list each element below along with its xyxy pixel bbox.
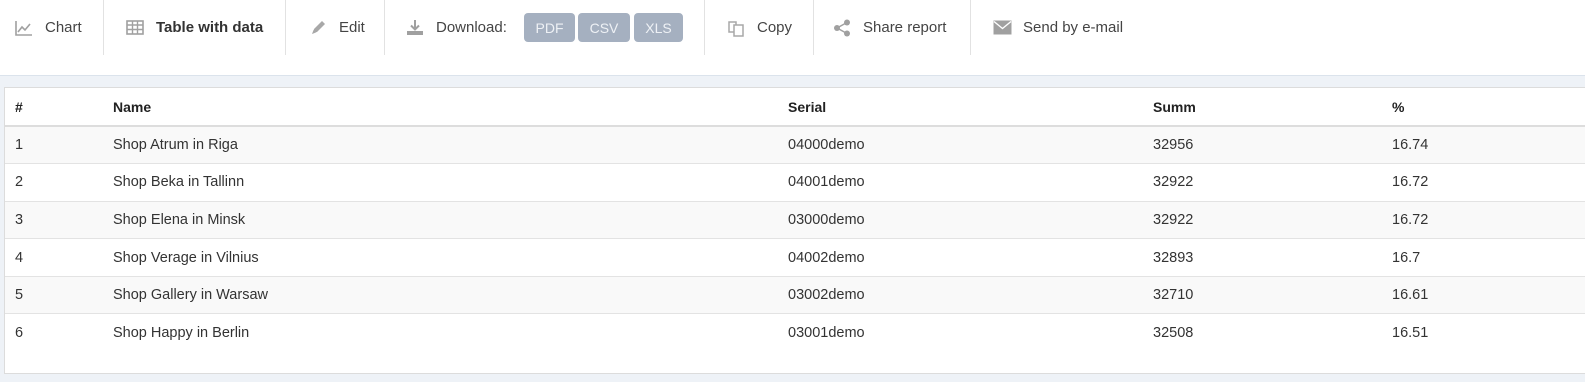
edit-button[interactable]: Edit	[308, 0, 365, 55]
table-row: 5 Shop Gallery in Warsaw 03002demo 32710…	[5, 276, 1585, 315]
column-header-percent[interactable]: %	[1382, 88, 1585, 127]
send-email-label: Send by e-mail	[1023, 19, 1124, 36]
chart-button[interactable]: Chart	[14, 0, 82, 55]
cell-number: 4	[5, 238, 103, 277]
table-with-data-button[interactable]: Table with data	[125, 0, 263, 55]
pencil-icon	[308, 18, 328, 38]
line-chart-icon	[14, 18, 34, 38]
toolbar-divider	[285, 0, 286, 55]
download-label: Download:	[436, 19, 507, 36]
cell-serial: 03002demo	[778, 276, 1143, 315]
cell-name: Shop Gallery in Warsaw	[103, 276, 778, 315]
cell-number: 1	[5, 126, 103, 165]
copy-label: Copy	[757, 19, 793, 36]
table-row: 4 Shop Verage in Vilnius 04002demo 32893…	[5, 238, 1585, 277]
download-group: Download:	[405, 0, 507, 55]
cell-percent: 16.72	[1382, 163, 1585, 202]
cell-serial: 04000demo	[778, 126, 1143, 165]
xls-download-button[interactable]: XLS	[634, 13, 683, 42]
data-table-container: # Name Serial Summ % 1 Shop Atrum in Rig…	[4, 87, 1585, 374]
table-header-row: # Name Serial Summ %	[5, 88, 1585, 127]
cell-summ: 32922	[1143, 201, 1382, 240]
toolbar-divider	[970, 0, 971, 55]
cell-percent: 16.7	[1382, 238, 1585, 277]
report-toolbar: Chart Table with data Edit Download: PDF…	[0, 0, 1585, 75]
cell-name: Shop Atrum in Riga	[103, 126, 778, 165]
table-with-data-label: Table with data	[156, 19, 264, 36]
toolbar-divider	[704, 0, 705, 55]
copy-button[interactable]: Copy	[726, 0, 792, 55]
cell-summ: 32956	[1143, 126, 1382, 165]
table-row: 3 Shop Elena in Minsk 03000demo 32922 16…	[5, 201, 1585, 240]
cell-number: 6	[5, 313, 103, 352]
cell-summ: 32508	[1143, 313, 1382, 352]
column-header-summ[interactable]: Summ	[1143, 88, 1382, 127]
copy-icon	[726, 18, 746, 38]
column-header-serial[interactable]: Serial	[778, 88, 1143, 127]
cell-serial: 04002demo	[778, 238, 1143, 277]
share-icon	[832, 18, 852, 38]
table-icon	[125, 18, 145, 38]
download-icon	[405, 18, 425, 38]
toolbar-divider	[384, 0, 385, 55]
cell-number: 5	[5, 276, 103, 315]
edit-label: Edit	[339, 19, 365, 36]
cell-number: 2	[5, 163, 103, 202]
pdf-download-button[interactable]: PDF	[524, 13, 575, 42]
column-header-name[interactable]: Name	[103, 88, 778, 127]
cell-name: Shop Verage in Vilnius	[103, 238, 778, 277]
envelope-icon	[992, 18, 1012, 38]
cell-percent: 16.74	[1382, 126, 1585, 165]
share-report-button[interactable]: Share report	[832, 0, 946, 55]
cell-percent: 16.51	[1382, 313, 1585, 352]
send-email-button[interactable]: Send by e-mail	[992, 0, 1123, 55]
data-table: # Name Serial Summ % 1 Shop Atrum in Rig…	[5, 88, 1585, 352]
cell-serial: 03001demo	[778, 313, 1143, 352]
toolbar-divider	[103, 0, 104, 55]
cell-name: Shop Beka in Tallinn	[103, 163, 778, 202]
cell-name: Shop Elena in Minsk	[103, 201, 778, 240]
cell-summ: 32922	[1143, 163, 1382, 202]
table-row: 6 Shop Happy in Berlin 03001demo 32508 1…	[5, 313, 1585, 352]
cell-name: Shop Happy in Berlin	[103, 313, 778, 352]
cell-percent: 16.61	[1382, 276, 1585, 315]
csv-download-button[interactable]: CSV	[578, 13, 630, 42]
table-row: 1 Shop Atrum in Riga 04000demo 32956 16.…	[5, 126, 1585, 165]
cell-summ: 32710	[1143, 276, 1382, 315]
cell-summ: 32893	[1143, 238, 1382, 277]
cell-percent: 16.72	[1382, 201, 1585, 240]
column-header-number[interactable]: #	[5, 88, 103, 127]
share-report-label: Share report	[863, 19, 947, 36]
cell-serial: 03000demo	[778, 201, 1143, 240]
toolbar-divider	[813, 0, 814, 55]
table-row: 2 Shop Beka in Tallinn 04001demo 32922 1…	[5, 163, 1585, 202]
cell-serial: 04001demo	[778, 163, 1143, 202]
cell-number: 3	[5, 201, 103, 240]
chart-label: Chart	[45, 19, 82, 36]
